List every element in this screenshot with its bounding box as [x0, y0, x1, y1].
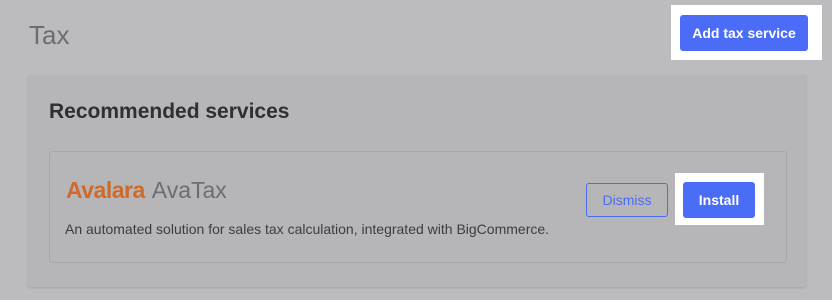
service-description: An automated solution for sales tax calc… [65, 221, 550, 237]
avatax-logo-text: AvaTax [151, 177, 227, 203]
install-button[interactable]: Install [683, 182, 755, 218]
avalara-avatax-logo: Avalara AvaTax [66, 177, 227, 203]
recommended-services-heading: Recommended services [49, 100, 290, 123]
page-title: Tax [29, 20, 70, 50]
add-tax-service-button[interactable]: Add tax service [680, 15, 808, 51]
dismiss-button[interactable]: Dismiss [586, 183, 668, 217]
avalara-logo-text: Avalara [66, 177, 145, 203]
